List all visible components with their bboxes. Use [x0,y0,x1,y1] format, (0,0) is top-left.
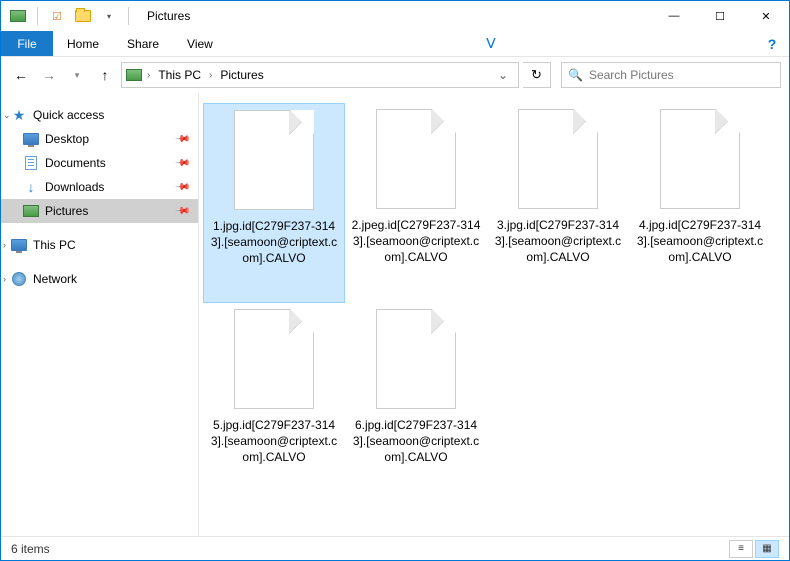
sidebar-item-downloads[interactable]: ↓ Downloads 📌 [1,175,198,199]
pc-icon [11,237,27,253]
file-name: 5.jpg.id[C279F237-3143].[seamoon@criptex… [209,417,339,466]
forward-button[interactable]: → [37,63,61,87]
pin-icon: 📌 [173,179,190,196]
chevron-right-icon[interactable]: › [144,70,153,81]
documents-icon [23,155,39,171]
pin-icon: 📌 [173,203,190,220]
file-icon [234,309,314,409]
file-name: 4.jpg.id[C279F237-3143].[seamoon@criptex… [635,217,765,266]
file-name: 1.jpg.id[C279F237-3143].[seamoon@criptex… [209,218,339,267]
pictures-icon [23,203,39,219]
expand-icon[interactable]: › [3,240,6,250]
breadcrumb-dropdown-icon[interactable]: ⌄ [492,68,514,82]
up-button[interactable]: ↑ [93,63,117,87]
file-item[interactable]: 5.jpg.id[C279F237-3143].[seamoon@criptex… [203,303,345,503]
back-button[interactable]: ← [9,63,33,87]
search-icon: 🔍 [568,68,583,82]
sidebar-item-desktop[interactable]: Desktop 📌 [1,127,198,151]
sidebar-header-label: Quick access [33,108,104,122]
star-icon: ★ [11,107,27,123]
ribbon-toggle-icon[interactable]: ᐯ [474,31,508,56]
network-icon [11,271,27,287]
sidebar-network[interactable]: › Network [1,267,198,291]
pin-icon: 📌 [173,131,190,148]
file-icon [518,109,598,209]
chevron-right-icon[interactable]: › [206,70,215,81]
menu-file[interactable]: File [1,31,53,56]
file-icon [234,110,314,210]
menu-view[interactable]: View [173,31,227,56]
close-button[interactable]: ✕ [743,1,789,31]
sidebar-header-label: This PC [33,238,76,252]
qat-properties-icon[interactable]: ☑ [46,5,68,27]
breadcrumb-pictures[interactable]: Pictures [217,68,266,82]
file-icon [376,109,456,209]
menu-share[interactable]: Share [113,31,173,56]
file-item[interactable]: 4.jpg.id[C279F237-3143].[seamoon@criptex… [629,103,771,303]
collapse-icon[interactable]: ⌄ [3,110,11,121]
sidebar-this-pc[interactable]: › This PC [1,233,198,257]
breadcrumb[interactable]: › This PC › Pictures ⌄ [121,62,519,88]
desktop-icon [23,131,39,147]
sidebar-item-label: Downloads [45,180,104,194]
titlebar: ☑ ▾ Pictures — ☐ ✕ [1,1,789,31]
sidebar-item-label: Pictures [45,204,88,218]
file-name: 2.jpeg.id[C279F237-3143].[seamoon@cripte… [351,217,481,266]
view-details-button[interactable]: ≡ [729,540,753,558]
downloads-icon: ↓ [23,179,39,195]
sidebar-item-label: Documents [45,156,106,170]
file-name: 6.jpg.id[C279F237-3143].[seamoon@criptex… [351,417,481,466]
refresh-button[interactable]: ↻ [523,62,551,88]
file-item[interactable]: 6.jpg.id[C279F237-3143].[seamoon@criptex… [345,303,487,503]
file-item[interactable]: 2.jpeg.id[C279F237-3143].[seamoon@cripte… [345,103,487,303]
app-icon [7,5,29,27]
file-item[interactable]: 3.jpg.id[C279F237-3143].[seamoon@criptex… [487,103,629,303]
recent-locations-button[interactable]: ▾ [65,63,89,87]
menu-home[interactable]: Home [53,31,113,56]
sidebar-item-label: Desktop [45,132,89,146]
window-title: Pictures [147,9,190,23]
breadcrumb-pictures-icon [126,67,142,83]
sidebar-item-documents[interactable]: Documents 📌 [1,151,198,175]
sidebar-item-pictures[interactable]: Pictures 📌 [1,199,198,223]
status-bar: 6 items ≡ ▦ [1,536,789,560]
address-bar: ← → ▾ ↑ › This PC › Pictures ⌄ ↻ 🔍 Searc… [1,57,789,93]
file-item[interactable]: 1.jpg.id[C279F237-3143].[seamoon@criptex… [203,103,345,303]
item-count: 6 items [11,542,50,556]
sidebar-header-label: Network [33,272,77,286]
minimize-button[interactable]: — [651,1,697,31]
file-area[interactable]: 1.jpg.id[C279F237-3143].[seamoon@criptex… [199,93,789,537]
sidebar-quick-access[interactable]: ⌄ ★ Quick access [1,103,198,127]
help-icon[interactable]: ? [755,31,789,56]
file-icon [660,109,740,209]
file-icon [376,309,456,409]
search-input[interactable]: 🔍 Search Pictures [561,62,781,88]
qat-newfolder-icon[interactable] [72,5,94,27]
breadcrumb-thispc[interactable]: This PC [155,68,204,82]
view-large-icons-button[interactable]: ▦ [755,540,779,558]
maximize-button[interactable]: ☐ [697,1,743,31]
menubar: File Home Share View ᐯ ? [1,31,789,57]
search-placeholder: Search Pictures [589,68,674,82]
pin-icon: 📌 [173,155,190,172]
expand-icon[interactable]: › [3,274,6,284]
file-name: 3.jpg.id[C279F237-3143].[seamoon@criptex… [493,217,623,266]
qat-customize-icon[interactable]: ▾ [98,5,120,27]
sidebar: ⌄ ★ Quick access Desktop 📌 Documents 📌 ↓… [1,93,199,537]
